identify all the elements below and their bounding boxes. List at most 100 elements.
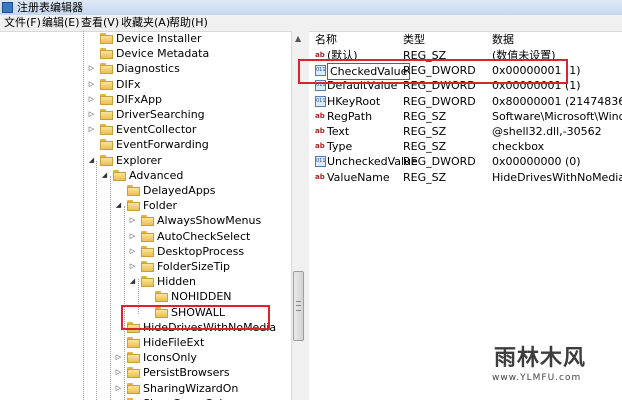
tree-item-label: FolderSizeTip	[157, 260, 230, 273]
folder-icon	[127, 352, 140, 364]
value-row[interactable]: ab Text REG_SZ @shell32.dll,-30562	[309, 124, 622, 139]
value-row[interactable]: ab ValueName REG_SZ HideDrivesWithNoMedia	[309, 170, 622, 185]
value-data: @shell32.dll,-30562	[492, 125, 602, 138]
expand-toggle-icon[interactable]: ▷	[129, 247, 136, 255]
registry-key-tree[interactable]: Device Installer Device Metadata ▷ Diagnost…	[0, 31, 291, 400]
folder-icon	[100, 48, 113, 60]
tree-vertical-scrollbar[interactable]: ▲	[291, 31, 306, 400]
expand-toggle-icon[interactable]: ▷	[115, 384, 122, 392]
folder-icon	[155, 291, 168, 303]
menu-favorites[interactable]: 收藏夹(A)	[121, 16, 170, 30]
scroll-grip-icon	[296, 301, 301, 311]
tree-item-label: NOHIDDEN	[171, 290, 232, 304]
string-value-icon: ab	[315, 142, 325, 151]
value-row[interactable]: 011 UncheckedValue REG_DWORD 0x00000000 (0)	[309, 154, 622, 169]
scroll-up-arrow-icon[interactable]: ▲	[295, 34, 301, 43]
expand-toggle-icon[interactable]: ◢	[129, 278, 136, 285]
tree-item-label: Device Installer	[116, 32, 202, 45]
string-value-icon: ab	[315, 111, 325, 120]
column-header-type[interactable]: 类型	[403, 31, 425, 48]
expand-toggle-icon[interactable]: ▷	[88, 111, 95, 118]
highlight-box-hidedrives-key	[121, 305, 270, 330]
tree-item-label: AlwaysShowMenus	[157, 214, 262, 228]
column-header-name[interactable]: 名称	[315, 31, 337, 48]
expand-toggle-icon[interactable]: ▷	[115, 354, 122, 361]
value-type: REG_SZ	[403, 140, 447, 154]
expand-toggle-icon[interactable]: ▷	[88, 65, 95, 72]
expand-toggle-icon[interactable]: ◢	[115, 202, 122, 209]
tree-item-label: EventForwarding	[116, 138, 209, 152]
watermark-logo: 雨林木风 www.YLMFU.com	[488, 340, 616, 392]
value-type: REG_SZ	[403, 125, 447, 138]
tree-item-label: Hidden	[157, 275, 197, 289]
window-title: 注册表编辑器	[17, 1, 83, 14]
string-value-icon: ab	[315, 127, 325, 135]
menu-bar: 文件(F) 编辑(E) 查看(V) 收藏夹(A) 帮助(H)	[0, 15, 622, 32]
regedit-app-icon	[2, 2, 13, 13]
tree-item-label: Folder	[143, 199, 177, 213]
folder-icon	[100, 63, 113, 75]
folder-icon	[127, 337, 140, 348]
value-data: HideDrivesWithNoMedia	[492, 170, 622, 184]
tree-item-label: EventCollector	[116, 123, 197, 137]
tree-item-label: PersistBrowsers	[143, 366, 230, 380]
value-name: HKeyRoot	[327, 94, 381, 108]
tree-guide-line	[124, 206, 125, 400]
scroll-thumb[interactable]	[293, 271, 304, 341]
tree-item-label: Device Metadata	[116, 47, 210, 61]
expand-toggle-icon[interactable]: ▷	[88, 80, 95, 88]
string-value-icon: ab	[315, 172, 325, 181]
folder-icon	[100, 78, 113, 90]
value-data: Software\Microsoft\Windows\C	[492, 109, 622, 123]
tree-guide-line	[83, 31, 84, 400]
tree-guide-line	[110, 176, 111, 400]
folder-icon	[127, 367, 140, 379]
folder-icon	[100, 33, 113, 44]
folder-icon	[141, 261, 154, 272]
menu-edit[interactable]: 编辑(E)	[42, 16, 80, 30]
expand-toggle-icon[interactable]: ▷	[129, 263, 136, 270]
highlight-box-checkedvalue	[298, 59, 568, 84]
value-type: REG_SZ	[403, 109, 447, 123]
folder-icon	[141, 276, 154, 288]
tree-item-label: DIFxApp	[116, 92, 163, 106]
value-type: REG_SZ	[403, 170, 447, 184]
tree-guide-line	[96, 161, 97, 400]
value-name: Type	[327, 140, 353, 154]
menu-file[interactable]: 文件(F)	[4, 16, 41, 30]
value-name: ValueName	[327, 170, 390, 184]
value-row[interactable]: 011 HKeyRoot REG_DWORD 0x80000001 (21474836…	[309, 94, 622, 109]
value-type: REG_DWORD	[403, 155, 476, 169]
expand-toggle-icon[interactable]: ▷	[115, 369, 122, 376]
binary-value-icon: 011	[315, 95, 326, 107]
tree-item-label: DIFx	[116, 77, 141, 91]
expand-toggle-icon[interactable]: ▷	[88, 126, 95, 133]
folder-icon	[141, 245, 154, 257]
folder-icon	[127, 200, 140, 212]
tree-item-label: Advanced	[129, 168, 184, 182]
expand-toggle-icon[interactable]: ▷	[129, 217, 136, 224]
expand-toggle-icon[interactable]: ▷	[129, 232, 136, 240]
expand-toggle-icon[interactable]: ◢	[101, 171, 108, 179]
watermark-text: 雨林木风	[494, 345, 587, 371]
folder-icon	[127, 382, 140, 394]
value-row[interactable]: ab Type REG_SZ checkbox	[309, 139, 622, 154]
menu-view[interactable]: 查看(V)	[81, 16, 119, 30]
menu-help[interactable]: 帮助(H)	[169, 16, 208, 30]
expand-toggle-icon[interactable]: ◢	[88, 156, 95, 164]
tree-item-label: IconsOnly	[143, 351, 197, 365]
column-header-data[interactable]: 数据	[492, 31, 514, 48]
value-row[interactable]: abRegPath REG_SZ Software\Microsoft\Window…	[309, 109, 622, 124]
folder-icon	[141, 215, 154, 227]
tree-item-label: SharingWizardOn	[143, 381, 239, 395]
tree-item-label: Explorer	[116, 153, 162, 167]
value-type: REG_DWORD	[403, 94, 476, 108]
tree-item-label: DelayedApps	[143, 184, 216, 197]
expand-toggle-icon[interactable]: ▷	[88, 95, 95, 103]
folder-icon	[113, 169, 126, 181]
